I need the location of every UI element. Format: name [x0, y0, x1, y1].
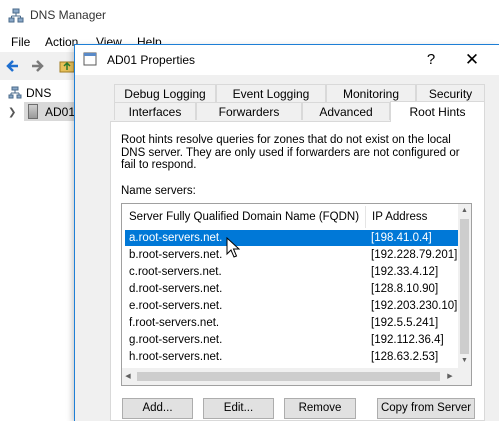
- add-button[interactable]: Add...: [122, 398, 193, 419]
- scroll-left-icon[interactable]: ◀: [122, 370, 134, 383]
- remove-button[interactable]: Remove: [284, 398, 356, 419]
- fqdn-cell: a.root-servers.net.: [129, 232, 223, 244]
- ip-cell: [192.203.230.10]: [371, 300, 458, 312]
- ip-cell: [192.5.5.241]: [371, 317, 439, 329]
- scroll-right-icon[interactable]: ▶: [444, 370, 456, 383]
- ip-cell: [192.228.79.201]: [371, 249, 458, 261]
- mouse-pointer-icon: [226, 237, 240, 258]
- table-row[interactable]: h.root-servers.net. [128.63.2.53]: [125, 349, 459, 365]
- tab-advanced[interactable]: Advanced: [302, 102, 390, 120]
- column-header-fqdn[interactable]: Server Fully Qualified Domain Name (FQDN…: [129, 206, 359, 228]
- app-title: DNS Manager: [30, 8, 107, 22]
- tab-security[interactable]: Security: [416, 84, 485, 102]
- copy-from-server-button[interactable]: Copy from Server: [377, 398, 475, 419]
- edit-button[interactable]: Edit...: [203, 398, 274, 419]
- ip-cell: [198.41.0.4]: [371, 232, 432, 244]
- scroll-down-icon[interactable]: ▼: [458, 355, 471, 367]
- horizontal-scroll-thumb[interactable]: [137, 372, 440, 381]
- fqdn-cell: f.root-servers.net.: [129, 317, 220, 329]
- scroll-up-icon[interactable]: ▲: [458, 205, 471, 217]
- table-row[interactable]: c.root-servers.net. [192.33.4.12]: [125, 264, 459, 280]
- ip-cell: [128.8.10.90]: [371, 283, 439, 295]
- tab-forwarders[interactable]: Forwarders: [196, 102, 302, 120]
- table-row[interactable]: f.root-servers.net. [192.5.5.241]: [125, 315, 459, 331]
- tab-event-logging[interactable]: Event Logging: [216, 84, 326, 102]
- help-button[interactable]: ?: [421, 49, 441, 71]
- forward-arrow-icon[interactable]: [28, 57, 46, 75]
- vertical-scroll-thumb[interactable]: [460, 219, 469, 354]
- table-row[interactable]: g.root-servers.net. [192.112.36.4]: [125, 332, 459, 348]
- dialog-title: AD01 Properties: [107, 53, 196, 67]
- back-arrow-icon[interactable]: [4, 57, 22, 75]
- table-row[interactable]: b.root-servers.net. [192.228.79.201]: [125, 247, 459, 263]
- close-button[interactable]: ✕: [460, 49, 484, 71]
- ip-cell: [192.112.36.4]: [371, 334, 444, 346]
- fqdn-cell: e.root-servers.net.: [129, 300, 223, 312]
- fqdn-cell: d.root-servers.net.: [129, 283, 223, 295]
- tab-debug-logging[interactable]: Debug Logging: [114, 84, 216, 102]
- ip-cell: [128.63.2.53]: [371, 351, 439, 363]
- tree-item-ad01-label: AD01: [45, 105, 76, 119]
- fqdn-cell: g.root-servers.net.: [129, 334, 223, 346]
- column-divider[interactable]: [365, 206, 366, 228]
- chevron-right-icon[interactable]: ❯: [8, 107, 16, 118]
- tree-root-dns[interactable]: DNS: [26, 86, 51, 100]
- console-tree: [0, 80, 80, 421]
- root-hints-description: Root hints resolve queries for zones tha…: [121, 134, 460, 171]
- tab-root-hints[interactable]: Root Hints: [390, 101, 485, 122]
- dns-node-icon: [8, 86, 22, 99]
- menu-file[interactable]: File: [11, 35, 30, 49]
- tab-monitoring[interactable]: Monitoring: [326, 84, 416, 102]
- fqdn-cell: b.root-servers.net.: [129, 249, 223, 261]
- dns-manager-icon: [8, 8, 24, 23]
- column-header-ip[interactable]: IP Address: [372, 206, 427, 228]
- ip-cell: [192.33.4.12]: [371, 266, 439, 278]
- fqdn-cell: c.root-servers.net.: [129, 266, 222, 278]
- table-row[interactable]: a.root-servers.net. [198.41.0.4]: [125, 230, 459, 246]
- fqdn-cell: h.root-servers.net.: [129, 351, 223, 363]
- dialog-icon: [83, 52, 97, 66]
- server-icon: [28, 104, 38, 119]
- name-servers-label: Name servers:: [121, 185, 196, 197]
- table-row[interactable]: e.root-servers.net. [192.203.230.10]: [125, 298, 459, 314]
- tab-interfaces[interactable]: Interfaces: [114, 102, 196, 120]
- table-row[interactable]: d.root-servers.net. [128.8.10.90]: [125, 281, 459, 297]
- scrollbar-corner: [458, 368, 471, 385]
